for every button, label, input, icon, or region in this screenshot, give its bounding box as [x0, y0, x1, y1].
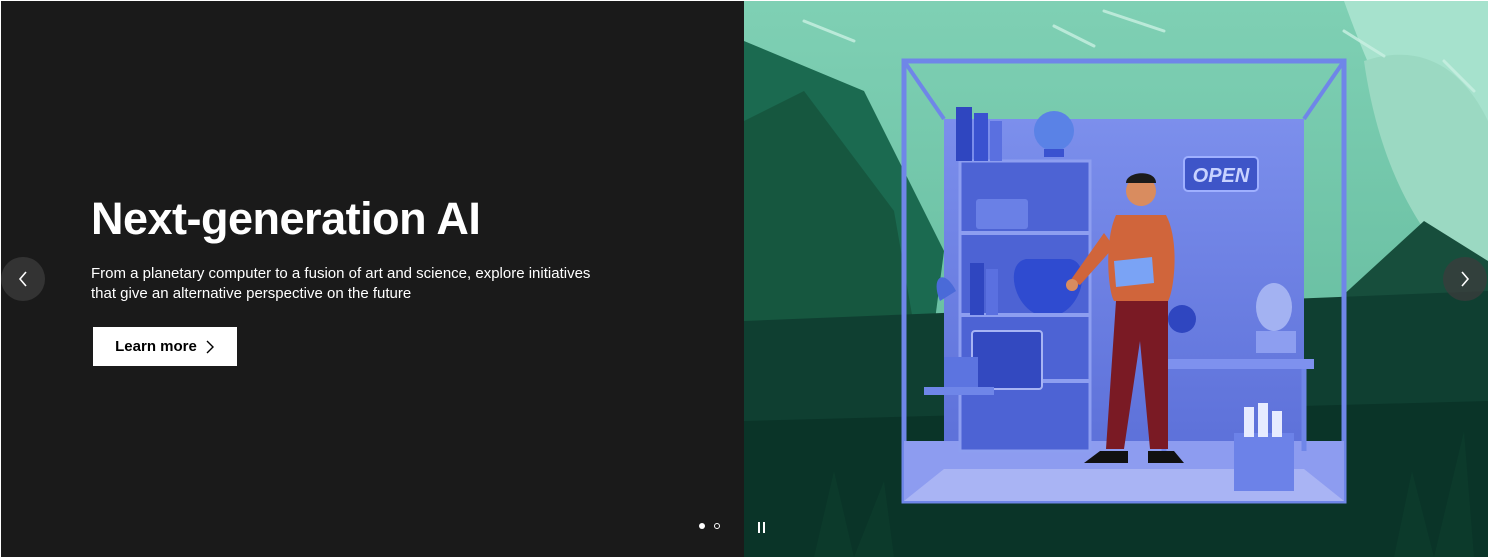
slide-indicator-1[interactable]	[699, 523, 705, 529]
hero-text-panel: Next-generation AI From a planetary comp…	[1, 1, 744, 557]
hero-illustration: OPEN	[744, 1, 1488, 557]
chevron-left-icon	[18, 271, 27, 287]
chevron-right-icon	[1461, 271, 1470, 287]
hero-description: From a planetary computer to a fusion of…	[91, 265, 591, 302]
open-sign-text: OPEN	[1193, 165, 1250, 187]
pause-icon	[757, 521, 760, 533]
illustration-scene: OPEN	[744, 1, 1488, 557]
pause-icon-bar	[762, 521, 765, 533]
slide-indicators	[699, 523, 720, 529]
slide-indicator-2[interactable]	[714, 523, 720, 529]
chevron-right-icon	[206, 340, 214, 353]
next-slide-button[interactable]	[1443, 257, 1487, 301]
hero-title: Next-generation AI	[91, 193, 481, 244]
learn-more-label: Learn more	[115, 338, 197, 355]
pause-button[interactable]	[754, 519, 768, 535]
hero-carousel: Next-generation AI From a planetary comp…	[0, 0, 1488, 559]
learn-more-button[interactable]: Learn more	[93, 327, 237, 366]
previous-slide-button[interactable]	[1, 257, 45, 301]
